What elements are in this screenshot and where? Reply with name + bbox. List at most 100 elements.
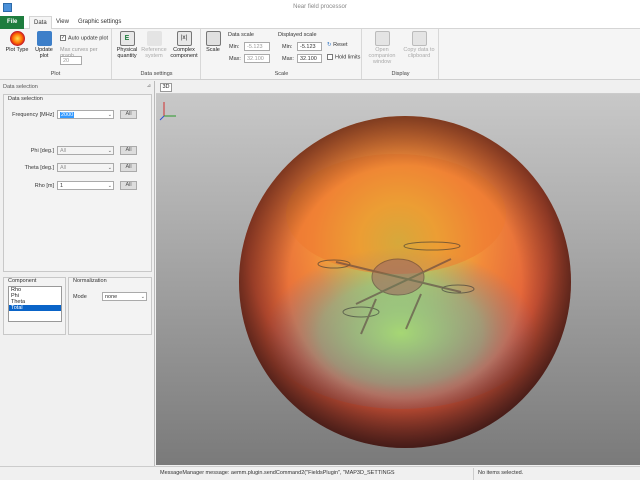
- window-title: Near field processor: [293, 4, 347, 10]
- hold-limits-check-icon: [327, 54, 333, 60]
- displayed-min-input[interactable]: -5.123: [297, 42, 322, 51]
- plot-group: Plot Type Update plot ✓ Auto update plot …: [0, 29, 112, 79]
- tab-data[interactable]: Data: [29, 16, 52, 29]
- phi-value: All: [60, 148, 67, 154]
- rho-label: Rho [m]: [34, 183, 54, 189]
- rho-value: 1: [60, 183, 64, 189]
- hold-limits-label: Hold limits: [335, 54, 361, 61]
- component-list[interactable]: Rho Phi Theta Total: [8, 286, 62, 322]
- tab-view[interactable]: View: [52, 16, 73, 29]
- copy-data-label: Copy data to clipboard: [403, 47, 435, 59]
- reset-button[interactable]: ↻ Reset: [327, 42, 348, 48]
- pin-icon[interactable]: ⊿: [147, 83, 151, 89]
- mode-value: none: [105, 294, 118, 300]
- phi-label: Phi [deg.]: [30, 148, 54, 154]
- complex-component-button[interactable]: |x| Complex component: [170, 31, 198, 59]
- scale-group: Scale Data scale Min: -5.123 Max: 32.100…: [202, 29, 362, 79]
- tab-file[interactable]: File: [0, 16, 25, 29]
- reset-label: Reset: [333, 42, 348, 48]
- theta-select[interactable]: All ⌄: [57, 163, 114, 172]
- scale-icon: [205, 31, 221, 46]
- chevron-down-icon: ⌄: [140, 294, 145, 300]
- reference-system-button[interactable]: Reference system: [141, 31, 167, 59]
- theta-value: All: [60, 165, 67, 171]
- copy-data-button[interactable]: Copy data to clipboard: [401, 31, 437, 59]
- chevron-down-icon: ⌄: [107, 112, 112, 118]
- mode-label: Mode: [73, 294, 87, 300]
- phi-select[interactable]: All ⌄: [57, 146, 114, 155]
- chevron-down-icon: ⌄: [107, 165, 112, 171]
- display-group: Open companion window Copy data to clipb…: [363, 29, 439, 79]
- open-companion-label: Open companion window: [368, 47, 396, 65]
- physical-quantity-button[interactable]: E Physical quantity: [115, 31, 139, 59]
- scale-group-label: Scale: [274, 71, 289, 77]
- max-curves-input[interactable]: 20: [60, 56, 82, 65]
- clipboard-icon: [411, 31, 427, 46]
- normalization-title: Normalization: [73, 278, 107, 284]
- physical-quantity-label: Physical quantity: [116, 47, 138, 59]
- open-companion-button[interactable]: Open companion window: [365, 31, 399, 65]
- frequency-all-button[interactable]: All: [120, 110, 137, 119]
- axes-icon: [146, 31, 162, 46]
- 3d-viewport[interactable]: [156, 94, 640, 465]
- data-selection-box-title: Data selection: [8, 96, 43, 102]
- display-group-label: Display: [391, 71, 410, 77]
- complex-component-label: Complex component: [170, 47, 198, 59]
- ribbon: Plot Type Update plot ✓ Auto update plot …: [0, 29, 640, 80]
- viewport-tabbar: 3D: [156, 81, 640, 94]
- window-icon: [374, 31, 390, 46]
- reset-icon: ↻: [327, 42, 332, 48]
- frequency-value: 2000: [60, 112, 75, 118]
- axes-triad: [159, 102, 176, 121]
- plot-group-label: Plot: [50, 71, 61, 77]
- auto-update-label: Auto update plot: [68, 35, 109, 42]
- hold-limits-checkbox[interactable]: Hold limits: [327, 54, 360, 60]
- scale-button-label: Scale: [206, 47, 220, 53]
- data-settings-group: E Physical quantity Reference system |x|…: [113, 29, 201, 79]
- component-box: Component Rho Phi Theta Total: [3, 277, 66, 335]
- abs-value-icon: |x|: [176, 31, 192, 46]
- displayed-max-input[interactable]: 32.100: [297, 54, 322, 63]
- mode-select[interactable]: none ⌄: [102, 292, 147, 301]
- update-plot-label: Update plot: [35, 47, 53, 59]
- scale-button[interactable]: Scale: [204, 31, 222, 53]
- data-selection-box: Data selection Frequency [MHz] 2000 ⌄ Al…: [3, 94, 152, 272]
- disp-max-label: Max:: [282, 56, 294, 62]
- plot-type-button[interactable]: Plot Type: [3, 31, 31, 53]
- frequency-select[interactable]: 2000 ⌄: [57, 110, 114, 119]
- theta-all-button[interactable]: All: [120, 163, 137, 172]
- e-field-icon: E: [119, 31, 135, 46]
- tab-graphic-settings[interactable]: Graphic settings: [74, 16, 125, 29]
- auto-update-check-icon: ✓: [60, 35, 66, 41]
- data-min-label: Min:: [229, 44, 240, 50]
- data-max-field: 32.100: [244, 54, 270, 63]
- title-bar: Near field processor: [0, 0, 640, 16]
- phi-all-button[interactable]: All: [120, 146, 137, 155]
- field-sphere-render: [159, 102, 571, 448]
- component-title: Component: [8, 278, 37, 284]
- plot-type-label: Plot Type: [5, 47, 29, 53]
- reference-system-label: Reference system: [141, 47, 167, 59]
- chevron-down-icon: ⌄: [107, 183, 112, 189]
- rho-all-button[interactable]: All: [120, 181, 137, 190]
- theta-label: Theta [deg.]: [24, 165, 54, 171]
- update-plot-button[interactable]: Update plot: [32, 31, 56, 59]
- data-selection-panel: Data selection ⊿ Data selection Frequenc…: [0, 81, 155, 468]
- chevron-down-icon: ⌄: [107, 148, 112, 154]
- auto-update-checkbox[interactable]: ✓ Auto update plot: [60, 35, 108, 41]
- rho-select[interactable]: 1 ⌄: [57, 181, 114, 190]
- list-item[interactable]: Total: [9, 305, 61, 311]
- status-message: MessageManager message: aemm.plugin.send…: [160, 470, 395, 476]
- displayed-scale-title: Displayed scale: [278, 32, 317, 38]
- normalization-box: Normalization Mode none ⌄: [68, 277, 152, 335]
- data-scale-title: Data scale: [228, 32, 254, 38]
- ribbon-tabbar: File Data View Graphic settings: [0, 16, 640, 29]
- selection-status: No items selected.: [478, 470, 524, 476]
- refresh-icon: [36, 31, 52, 46]
- tab-3d[interactable]: 3D: [160, 83, 172, 92]
- status-bar: MessageManager message: aemm.plugin.send…: [0, 466, 640, 480]
- disp-min-label: Min:: [282, 44, 293, 50]
- frequency-label: Frequency [MHz]: [12, 112, 54, 118]
- plot-type-icon: [9, 31, 25, 46]
- status-divider: [473, 468, 474, 480]
